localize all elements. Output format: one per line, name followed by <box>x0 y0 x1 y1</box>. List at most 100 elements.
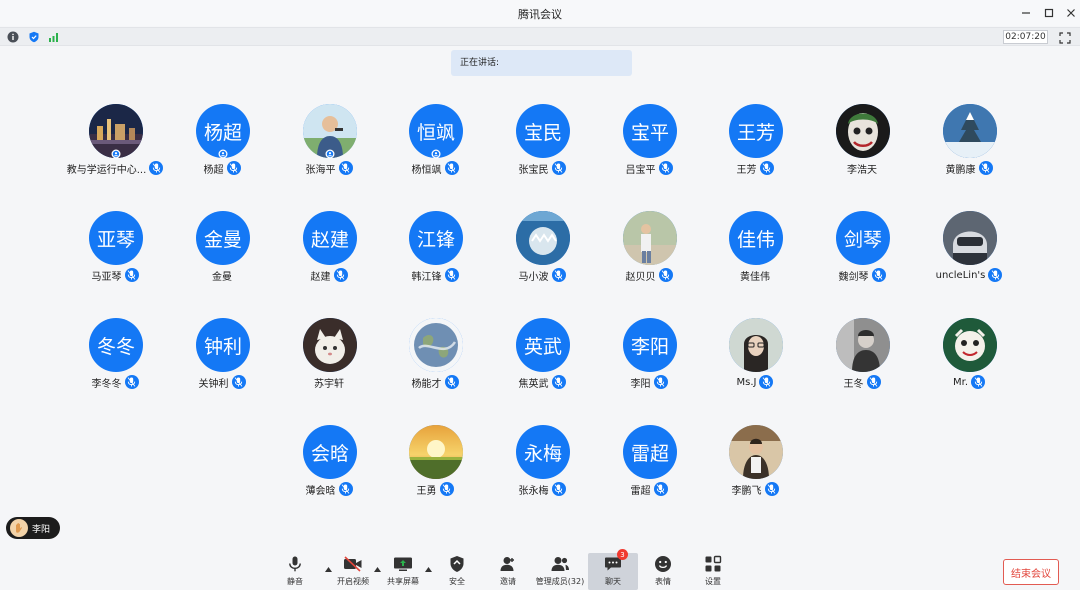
participant-name: 杨恒飒 <box>411 164 442 176</box>
maximize-button[interactable] <box>1039 3 1059 23</box>
participant-tile[interactable]: 亚琴 马亚琴 <box>65 211 165 291</box>
participant-tile[interactable]: 钟利 关钟利 <box>172 318 272 398</box>
microphone-muted-icon <box>149 161 164 175</box>
participant-name: 韩江锋 <box>411 271 442 283</box>
participant-name-row: 关钟利 <box>172 374 272 390</box>
participant-name: 杨超 <box>203 164 224 176</box>
participant-name: Mr. <box>953 376 968 388</box>
participant-tile[interactable]: 金曼 金曼 <box>172 211 272 291</box>
participant-name-row: 赵建 <box>279 267 379 283</box>
raised-hand-chip[interactable]: 李阳 <box>6 517 60 539</box>
caret-up-icon <box>424 566 432 572</box>
participant-tile[interactable]: 杨超 杨超 <box>172 104 272 184</box>
manage-members-button[interactable]: 管理成员(32) <box>530 553 590 589</box>
participant-tile[interactable]: 冬冬 李冬冬 <box>65 318 165 398</box>
participant-tile[interactable]: uncleLin's <box>919 211 1019 291</box>
avatar: 亚琴 <box>89 211 143 265</box>
microphone-muted-icon <box>551 482 566 496</box>
participant-name-row: Ms.J <box>705 374 805 390</box>
participant-tile[interactable]: 英武 焦英武 <box>492 318 592 398</box>
share-screen-button[interactable]: 共享屏幕 <box>379 553 427 589</box>
avatar <box>409 318 463 372</box>
participant-tile[interactable]: 王芳 王芳 <box>705 104 805 184</box>
chat-unread-badge: 3 <box>617 549 628 560</box>
participant-tile[interactable]: 张海平 <box>279 104 379 184</box>
participant-name-row: 张宝民 <box>492 160 592 176</box>
participant-tile[interactable]: 宝民 张宝民 <box>492 104 592 184</box>
participant-name: 赵建 <box>310 271 331 283</box>
chat-button[interactable]: 3 聊天 <box>588 549 638 590</box>
avatar: 李阳 <box>623 318 677 372</box>
encryption-button[interactable] <box>27 30 41 44</box>
participant-name: 李阳 <box>630 378 651 390</box>
hand-icon <box>10 519 28 537</box>
participant-tile[interactable]: 王冬 <box>812 318 912 398</box>
participant-name-row: 黄佳伟 <box>705 267 805 283</box>
network-signal-button[interactable] <box>47 30 61 44</box>
chat-icon: 3 <box>602 549 628 575</box>
participant-name: 王冬 <box>843 378 864 390</box>
microphone-muted-icon <box>444 161 459 175</box>
participant-name: 雷超 <box>630 485 651 497</box>
participant-tile[interactable]: 黄鹏康 <box>919 104 1019 184</box>
participant-tile[interactable]: 佳伟 黄佳伟 <box>705 211 805 291</box>
avatar <box>409 425 463 479</box>
security-button[interactable]: 安全 <box>433 553 481 589</box>
start-video-button[interactable]: 开启视频 <box>329 553 377 589</box>
participant-tile[interactable]: 李阳 李阳 <box>599 318 699 398</box>
close-button[interactable] <box>1061 3 1080 23</box>
meeting-timer: 02:07:20 <box>1003 30 1048 44</box>
participant-tile[interactable]: 教与学运行中心... <box>65 104 165 184</box>
participant-name-row: 王芳 <box>705 160 805 176</box>
participant-name: 苏宇轩 <box>314 378 344 390</box>
participant-tile[interactable]: 宝平 吕宝平 <box>599 104 699 184</box>
participant-name: 李鹏飞 <box>731 485 762 497</box>
end-meeting-button[interactable]: 结束会议 <box>1003 559 1059 585</box>
participant-name-row: 杨能才 <box>385 374 485 390</box>
participant-name-row: 吕宝平 <box>599 160 699 176</box>
fullscreen-button[interactable] <box>1058 30 1072 44</box>
share-options-caret[interactable] <box>424 565 432 573</box>
participant-tile[interactable]: Mr. <box>919 318 1019 398</box>
avatar: 金曼 <box>196 211 250 265</box>
invite-button[interactable]: 邀请 <box>484 553 532 589</box>
avatar: 冬冬 <box>89 318 143 372</box>
participant-tile[interactable]: 恒飒 杨恒飒 <box>385 104 485 184</box>
microphone-muted-icon <box>439 482 454 496</box>
mute-button[interactable]: 静音 <box>271 553 319 589</box>
participant-tile[interactable]: 李鹏飞 <box>705 425 805 505</box>
participant-tile[interactable]: 王勇 <box>385 425 485 505</box>
participant-tile[interactable]: 剑琴 魏剑琴 <box>812 211 912 291</box>
close-icon <box>1067 9 1075 17</box>
participant-name: uncleLin's <box>935 269 986 281</box>
participant-name-row: 魏剑琴 <box>812 267 912 283</box>
speaking-indicator: 正在讲话: <box>451 50 632 76</box>
participant-tile[interactable]: 江锋 韩江锋 <box>385 211 485 291</box>
microphone-muted-icon <box>764 482 779 496</box>
participant-name-row: 王冬 <box>812 374 912 390</box>
emoji-icon <box>652 553 674 575</box>
participant-tile[interactable]: 马小波 <box>492 211 592 291</box>
microphone-muted-icon <box>658 268 673 282</box>
participant-name-row: 马亚琴 <box>65 267 165 283</box>
participant-tile[interactable]: 会晗 薄会晗 <box>279 425 379 505</box>
participant-tile[interactable]: 李浩天 <box>812 104 912 184</box>
participant-name-row: 李冬冬 <box>65 374 165 390</box>
minimize-button[interactable] <box>1016 3 1036 23</box>
participant-tile[interactable]: 杨能才 <box>385 318 485 398</box>
participant-tile[interactable]: 赵贝贝 <box>599 211 699 291</box>
participant-name-row: 焦英武 <box>492 374 592 390</box>
reactions-button[interactable]: 表情 <box>639 553 687 589</box>
participant-name-row: 张海平 <box>279 160 379 176</box>
microphone-icon <box>284 553 306 575</box>
participant-name: 吕宝平 <box>625 164 656 176</box>
participant-name-row: 杨超 <box>172 160 272 176</box>
participant-tile[interactable]: 苏宇轩 <box>279 318 379 398</box>
participant-tile[interactable]: 永梅 张永梅 <box>492 425 592 505</box>
participant-name: 张永梅 <box>518 485 549 497</box>
settings-button[interactable]: 设置 <box>689 553 737 589</box>
participant-tile[interactable]: Ms.J <box>705 318 805 398</box>
participant-tile[interactable]: 赵建 赵建 <box>279 211 379 291</box>
participant-tile[interactable]: 雷超 雷超 <box>599 425 699 505</box>
info-button[interactable] <box>6 30 20 44</box>
